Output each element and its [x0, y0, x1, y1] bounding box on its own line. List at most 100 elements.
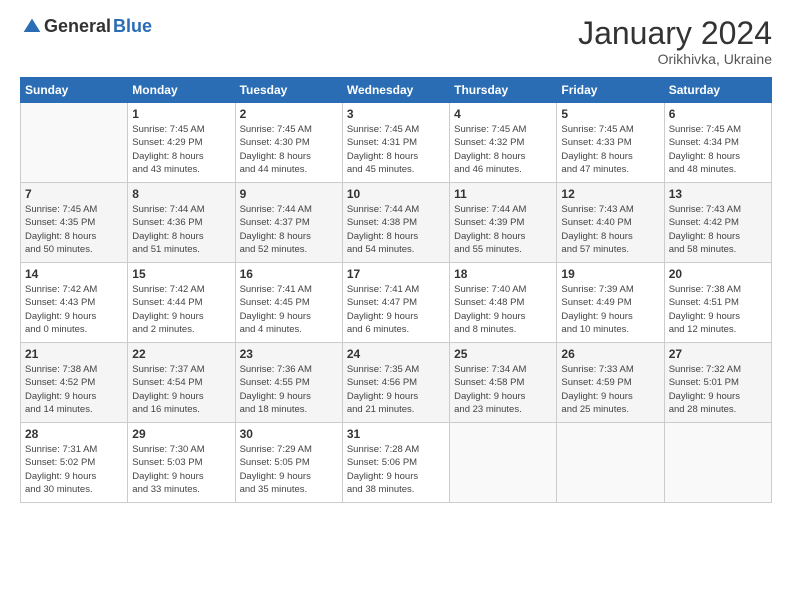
day-number: 16 [240, 267, 338, 281]
day-info: Sunrise: 7:42 AM Sunset: 4:43 PM Dayligh… [25, 283, 123, 336]
day-number: 15 [132, 267, 230, 281]
day-number: 3 [347, 107, 445, 121]
calendar-cell [450, 423, 557, 503]
day-number: 22 [132, 347, 230, 361]
calendar-cell [664, 423, 771, 503]
day-info: Sunrise: 7:38 AM Sunset: 4:51 PM Dayligh… [669, 283, 767, 336]
header-cell-thursday: Thursday [450, 78, 557, 103]
day-number: 31 [347, 427, 445, 441]
day-number: 11 [454, 187, 552, 201]
day-info: Sunrise: 7:42 AM Sunset: 4:44 PM Dayligh… [132, 283, 230, 336]
day-info: Sunrise: 7:38 AM Sunset: 4:52 PM Dayligh… [25, 363, 123, 416]
day-info: Sunrise: 7:44 AM Sunset: 4:38 PM Dayligh… [347, 203, 445, 256]
day-number: 2 [240, 107, 338, 121]
logo: General Blue [20, 16, 152, 37]
calendar-cell: 10Sunrise: 7:44 AM Sunset: 4:38 PM Dayli… [342, 183, 449, 263]
day-info: Sunrise: 7:41 AM Sunset: 4:47 PM Dayligh… [347, 283, 445, 336]
day-info: Sunrise: 7:35 AM Sunset: 4:56 PM Dayligh… [347, 363, 445, 416]
calendar-week-row: 21 Sunrise: 7:38 AM Sunset: 4:52 PM Dayli… [21, 343, 772, 423]
calendar-week-row: 1Sunrise: 7:45 AM Sunset: 4:29 PM Daylig… [21, 103, 772, 183]
calendar-cell: 11 Sunrise: 7:44 AM Sunset: 4:39 PM Dayli… [450, 183, 557, 263]
calendar-cell: 6 Sunrise: 7:45 AM Sunset: 4:34 PM Daylig… [664, 103, 771, 183]
calendar-cell: 5Sunrise: 7:45 AM Sunset: 4:33 PM Daylig… [557, 103, 664, 183]
day-info: Sunrise: 7:43 AM Sunset: 4:42 PM Dayligh… [669, 203, 767, 256]
day-number: 21 [25, 347, 123, 361]
calendar-cell [21, 103, 128, 183]
calendar-cell: 1Sunrise: 7:45 AM Sunset: 4:29 PM Daylig… [128, 103, 235, 183]
calendar-table: SundayMondayTuesdayWednesdayThursdayFrid… [20, 77, 772, 503]
calendar-cell: 12Sunrise: 7:43 AM Sunset: 4:40 PM Dayli… [557, 183, 664, 263]
header-cell-friday: Friday [557, 78, 664, 103]
calendar-cell: 31Sunrise: 7:28 AM Sunset: 5:06 PM Dayli… [342, 423, 449, 503]
header-cell-saturday: Saturday [664, 78, 771, 103]
day-info: Sunrise: 7:39 AM Sunset: 4:49 PM Dayligh… [561, 283, 659, 336]
day-number: 1 [132, 107, 230, 121]
day-info: Sunrise: 7:45 AM Sunset: 4:35 PM Dayligh… [25, 203, 123, 256]
day-info: Sunrise: 7:40 AM Sunset: 4:48 PM Dayligh… [454, 283, 552, 336]
header: General Blue January 2024 Orikhivka, Ukr… [20, 16, 772, 67]
day-number: 4 [454, 107, 552, 121]
calendar-week-row: 28Sunrise: 7:31 AM Sunset: 5:02 PM Dayli… [21, 423, 772, 503]
calendar-body: 1Sunrise: 7:45 AM Sunset: 4:29 PM Daylig… [21, 103, 772, 503]
day-number: 24 [347, 347, 445, 361]
header-cell-monday: Monday [128, 78, 235, 103]
day-number: 19 [561, 267, 659, 281]
day-number: 6 [669, 107, 767, 121]
calendar-cell: 23 Sunrise: 7:36 AM Sunset: 4:55 PM Dayli… [235, 343, 342, 423]
day-info: Sunrise: 7:44 AM Sunset: 4:39 PM Dayligh… [454, 203, 552, 256]
day-number: 14 [25, 267, 123, 281]
day-number: 9 [240, 187, 338, 201]
logo-general-text: General [44, 16, 111, 37]
calendar-cell: 26 Sunrise: 7:33 AM Sunset: 4:59 PM Dayli… [557, 343, 664, 423]
calendar-cell: 18Sunrise: 7:40 AM Sunset: 4:48 PM Dayli… [450, 263, 557, 343]
calendar-cell [557, 423, 664, 503]
calendar-cell: 29Sunrise: 7:30 AM Sunset: 5:03 PM Dayli… [128, 423, 235, 503]
day-info: Sunrise: 7:45 AM Sunset: 4:31 PM Dayligh… [347, 123, 445, 176]
day-info: Sunrise: 7:32 AM Sunset: 5:01 PM Dayligh… [669, 363, 767, 416]
day-number: 23 [240, 347, 338, 361]
calendar-cell: 7Sunrise: 7:45 AM Sunset: 4:35 PM Daylig… [21, 183, 128, 263]
day-info: Sunrise: 7:44 AM Sunset: 4:36 PM Dayligh… [132, 203, 230, 256]
day-info: Sunrise: 7:33 AM Sunset: 4:59 PM Dayligh… [561, 363, 659, 416]
day-info: Sunrise: 7:41 AM Sunset: 4:45 PM Dayligh… [240, 283, 338, 336]
header-cell-tuesday: Tuesday [235, 78, 342, 103]
day-info: Sunrise: 7:37 AM Sunset: 4:54 PM Dayligh… [132, 363, 230, 416]
day-number: 30 [240, 427, 338, 441]
header-cell-sunday: Sunday [21, 78, 128, 103]
header-row: SundayMondayTuesdayWednesdayThursdayFrid… [21, 78, 772, 103]
calendar-header: SundayMondayTuesdayWednesdayThursdayFrid… [21, 78, 772, 103]
calendar-cell: 15 Sunrise: 7:42 AM Sunset: 4:44 PM Dayli… [128, 263, 235, 343]
header-cell-wednesday: Wednesday [342, 78, 449, 103]
day-info: Sunrise: 7:36 AM Sunset: 4:55 PM Dayligh… [240, 363, 338, 416]
day-number: 5 [561, 107, 659, 121]
day-info: Sunrise: 7:44 AM Sunset: 4:37 PM Dayligh… [240, 203, 338, 256]
calendar-cell: 21 Sunrise: 7:38 AM Sunset: 4:52 PM Dayli… [21, 343, 128, 423]
calendar-cell: 30Sunrise: 7:29 AM Sunset: 5:05 PM Dayli… [235, 423, 342, 503]
location-subtitle: Orikhivka, Ukraine [578, 51, 772, 67]
logo-blue-text: Blue [113, 16, 152, 37]
calendar-cell: 22 Sunrise: 7:37 AM Sunset: 4:54 PM Dayli… [128, 343, 235, 423]
day-number: 28 [25, 427, 123, 441]
day-info: Sunrise: 7:45 AM Sunset: 4:32 PM Dayligh… [454, 123, 552, 176]
day-number: 26 [561, 347, 659, 361]
calendar-cell: 3 Sunrise: 7:45 AM Sunset: 4:31 PM Daylig… [342, 103, 449, 183]
logo-icon [22, 17, 42, 37]
day-number: 27 [669, 347, 767, 361]
calendar-cell: 4 Sunrise: 7:45 AM Sunset: 4:32 PM Daylig… [450, 103, 557, 183]
day-number: 13 [669, 187, 767, 201]
calendar-cell: 16 Sunrise: 7:41 AM Sunset: 4:45 PM Dayli… [235, 263, 342, 343]
calendar-cell: 17Sunrise: 7:41 AM Sunset: 4:47 PM Dayli… [342, 263, 449, 343]
calendar-cell: 27 Sunrise: 7:32 AM Sunset: 5:01 PM Dayli… [664, 343, 771, 423]
day-number: 29 [132, 427, 230, 441]
month-title: January 2024 [578, 16, 772, 51]
calendar-cell: 28Sunrise: 7:31 AM Sunset: 5:02 PM Dayli… [21, 423, 128, 503]
calendar-cell: 19 Sunrise: 7:39 AM Sunset: 4:49 PM Dayli… [557, 263, 664, 343]
calendar-cell: 25Sunrise: 7:34 AM Sunset: 4:58 PM Dayli… [450, 343, 557, 423]
day-info: Sunrise: 7:45 AM Sunset: 4:34 PM Dayligh… [669, 123, 767, 176]
day-number: 8 [132, 187, 230, 201]
day-number: 20 [669, 267, 767, 281]
calendar-week-row: 7Sunrise: 7:45 AM Sunset: 4:35 PM Daylig… [21, 183, 772, 263]
page-container: General Blue January 2024 Orikhivka, Ukr… [0, 0, 792, 513]
day-number: 25 [454, 347, 552, 361]
calendar-cell: 13 Sunrise: 7:43 AM Sunset: 4:42 PM Dayli… [664, 183, 771, 263]
